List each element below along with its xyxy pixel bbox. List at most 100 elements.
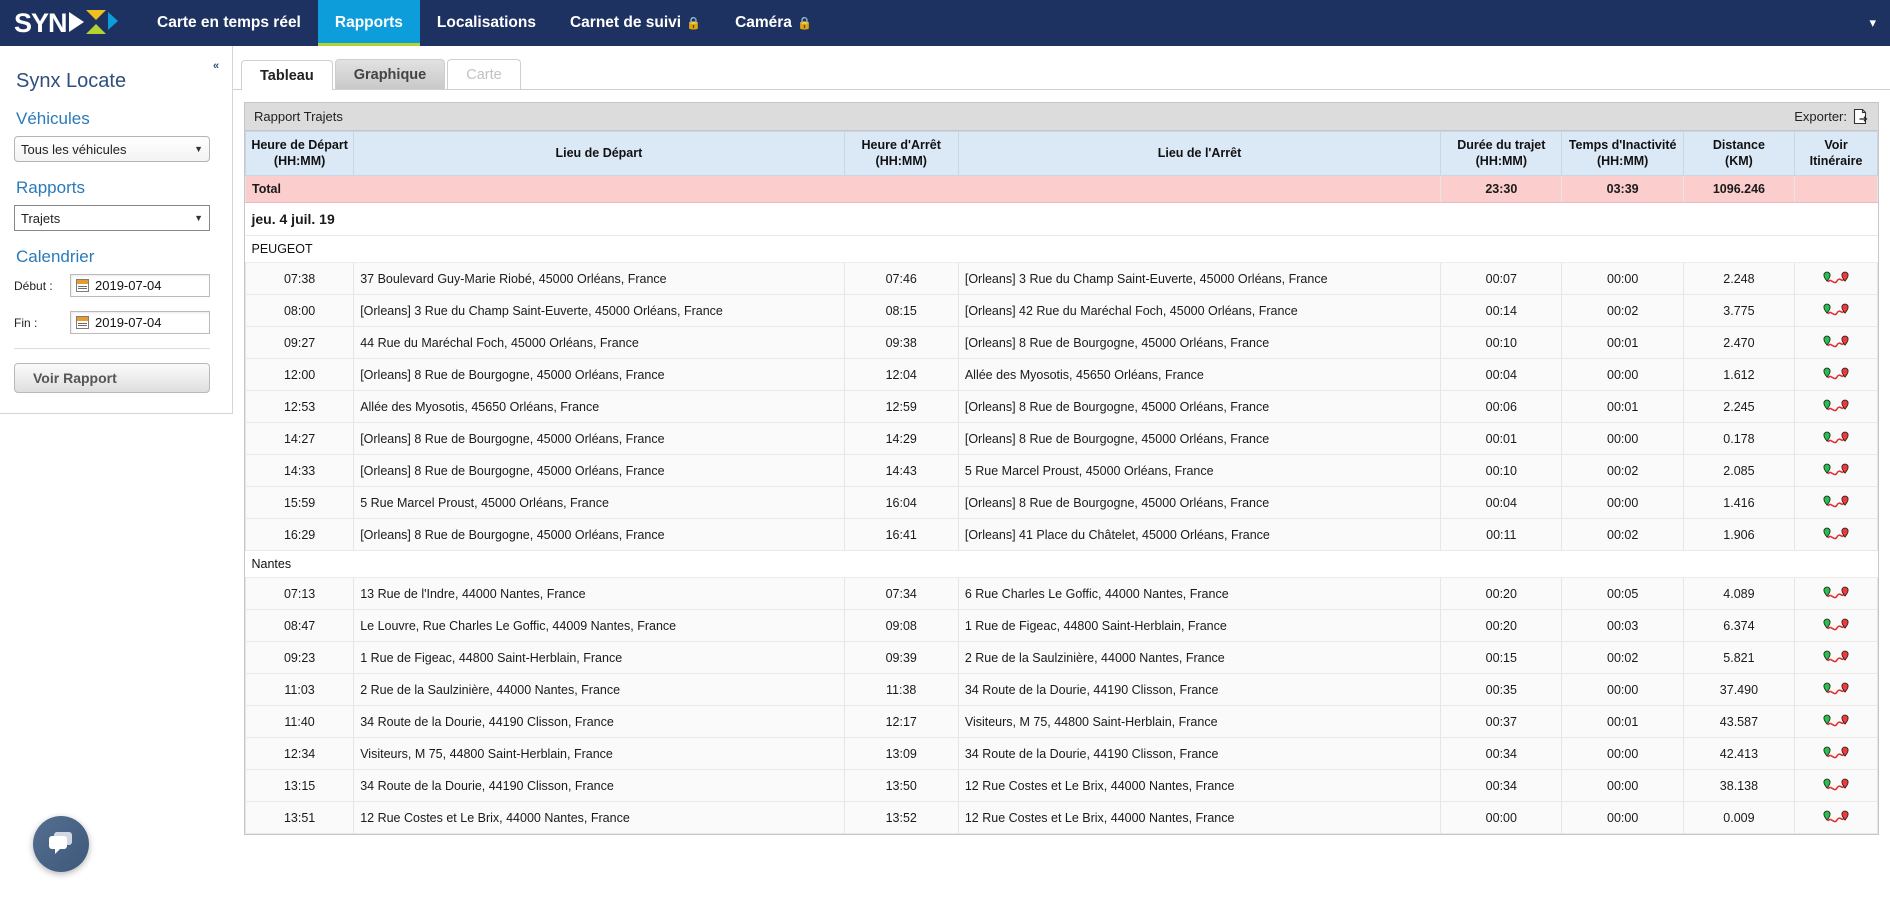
- col-heure-depart[interactable]: Heure de Départ (HH:MM): [244, 130, 355, 177]
- route-pins-icon[interactable]: [1801, 462, 1871, 479]
- table-row[interactable]: 08:47 Le Louvre, Rue Charles Le Goffic, 4…: [244, 609, 1878, 643]
- col-label-line2: (HH:MM): [875, 153, 927, 168]
- route-pins-icon[interactable]: [1801, 270, 1871, 287]
- voir-itineraire-cell[interactable]: [1794, 737, 1878, 771]
- start-place-cell: 12 Rue Costes et Le Brix, 44000 Nantes, …: [353, 801, 845, 835]
- route-pins-icon[interactable]: [1801, 777, 1871, 794]
- table-row[interactable]: 15:59 5 Rue Marcel Proust, 45000 Orléans,…: [244, 486, 1878, 520]
- voir-itineraire-cell[interactable]: [1794, 641, 1878, 675]
- voir-itineraire-cell[interactable]: [1794, 486, 1878, 520]
- sidebar-collapse-button[interactable]: «: [205, 56, 227, 76]
- voir-itineraire-cell[interactable]: [1794, 801, 1878, 835]
- voir-itineraire-cell[interactable]: [1794, 326, 1878, 360]
- route-pins-icon[interactable]: [1801, 713, 1871, 730]
- stop-place-cell: 1 Rue de Figeac, 44800 Saint-Herblain, F…: [957, 609, 1442, 643]
- route-pins-icon[interactable]: [1801, 366, 1871, 383]
- table-row[interactable]: 09:27 44 Rue du Maréchal Foch, 45000 Orlé…: [244, 326, 1878, 360]
- idle-time-cell: 00:02: [1561, 294, 1684, 328]
- col-lieu-depart[interactable]: Lieu de Départ: [353, 130, 845, 177]
- col-heure-arret[interactable]: Heure d'Arrêt (HH:MM): [843, 130, 959, 177]
- end-date-input[interactable]: 2019-07-04: [70, 311, 210, 334]
- total-distance: 1096.246: [1682, 175, 1796, 204]
- vehicles-select[interactable]: Tous les véhicules ▼: [14, 136, 210, 162]
- reports-select-value: Trajets: [21, 210, 61, 226]
- table-row[interactable]: 13:15 34 Route de la Dourie, 44190 Clisso…: [244, 769, 1878, 803]
- table-row[interactable]: 09:23 1 Rue de Figeac, 44800 Saint-Herbla…: [244, 641, 1878, 675]
- start-place-cell: [Orleans] 3 Rue du Champ Saint-Euverte, …: [353, 294, 845, 328]
- voir-itineraire-cell[interactable]: [1794, 705, 1878, 739]
- reports-select[interactable]: Trajets ▼: [14, 205, 210, 231]
- table-row[interactable]: 07:13 13 Rue de l'Indre, 44000 Nantes, Fr…: [244, 577, 1878, 611]
- voir-itineraire-cell[interactable]: [1794, 769, 1878, 803]
- report-view-tabs: Tableau Graphique Carte: [233, 56, 1890, 90]
- nav-item-carte-temps-reel[interactable]: Carte en temps réel: [140, 0, 318, 46]
- table-row[interactable]: 11:40 34 Route de la Dourie, 44190 Clisso…: [244, 705, 1878, 739]
- col-voir-itineraire[interactable]: Voir Itinéraire: [1794, 130, 1878, 177]
- nav-label: Carte en temps réel: [157, 14, 301, 31]
- voir-itineraire-cell[interactable]: [1794, 294, 1878, 328]
- table-row[interactable]: 07:38 37 Boulevard Guy-Marie Riobé, 45000…: [244, 262, 1878, 296]
- col-temps-inactivite[interactable]: Temps d'Inactivité (HH:MM): [1561, 130, 1684, 177]
- table-row[interactable]: 11:03 2 Rue de la Saulzinière, 44000 Nant…: [244, 673, 1878, 707]
- route-pins-icon[interactable]: [1801, 649, 1871, 666]
- route-pins-icon[interactable]: [1801, 617, 1871, 634]
- voir-itineraire-cell[interactable]: [1794, 577, 1878, 611]
- nav-item-rapports[interactable]: Rapports: [317, 0, 420, 46]
- export-file-icon[interactable]: [1853, 108, 1869, 125]
- col-lieu-arret[interactable]: Lieu de l'Arrêt: [957, 130, 1442, 177]
- sidebar-panel: Synx Locate Véhicules Tous les véhicules…: [0, 46, 233, 414]
- voir-itineraire-cell[interactable]: [1794, 358, 1878, 392]
- route-pins-icon[interactable]: [1801, 681, 1871, 698]
- duration-cell: 00:14: [1440, 294, 1563, 328]
- start-time-cell: 08:47: [244, 609, 355, 643]
- table-row[interactable]: 14:27 [Orleans] 8 Rue de Bourgogne, 45000…: [244, 422, 1878, 456]
- route-pins-icon[interactable]: [1801, 430, 1871, 447]
- route-pins-icon[interactable]: [1801, 334, 1871, 351]
- route-pins-icon[interactable]: [1801, 745, 1871, 762]
- route-pins-icon[interactable]: [1801, 526, 1871, 543]
- stop-time-cell: 16:41: [843, 518, 959, 552]
- voir-itineraire-cell[interactable]: [1794, 609, 1878, 643]
- chevron-down-icon[interactable]: ▾: [1869, 15, 1876, 31]
- vehicles-heading: Véhicules: [16, 109, 90, 128]
- idle-time-cell: 00:02: [1561, 454, 1684, 488]
- route-pins-icon[interactable]: [1801, 302, 1871, 319]
- route-pins-icon[interactable]: [1801, 809, 1871, 826]
- total-blank: [1794, 175, 1878, 204]
- table-row[interactable]: 12:34 Visiteurs, M 75, 44800 Saint-Herbla…: [244, 737, 1878, 771]
- chat-widget-button[interactable]: [33, 816, 89, 872]
- col-label-line1: Lieu de Départ: [555, 145, 643, 160]
- voir-itineraire-cell[interactable]: [1794, 518, 1878, 552]
- voir-rapport-button[interactable]: Voir Rapport: [14, 363, 210, 393]
- voir-itineraire-cell[interactable]: [1794, 454, 1878, 488]
- route-pins-icon[interactable]: [1801, 585, 1871, 602]
- route-pins-icon[interactable]: [1801, 494, 1871, 511]
- voir-itineraire-cell[interactable]: [1794, 262, 1878, 296]
- col-duree-trajet[interactable]: Durée du trajet (HH:MM): [1440, 130, 1563, 177]
- tab-tableau[interactable]: Tableau: [241, 60, 333, 90]
- nav-item-carnet-de-suivi[interactable]: Carnet de suivi 🔒: [553, 0, 718, 46]
- tab-graphique[interactable]: Graphique: [334, 59, 446, 89]
- table-row[interactable]: 14:33 [Orleans] 8 Rue de Bourgogne, 45000…: [244, 454, 1878, 488]
- table-row[interactable]: 08:00 [Orleans] 3 Rue du Champ Saint-Euve…: [244, 294, 1878, 328]
- table-row[interactable]: 12:53 Allée des Myosotis, 45650 Orléans, …: [244, 390, 1878, 424]
- start-date-row: Début : 2019-07-04: [14, 274, 210, 297]
- voir-itineraire-cell[interactable]: [1794, 673, 1878, 707]
- table-row[interactable]: 13:51 12 Rue Costes et Le Brix, 44000 Nan…: [244, 801, 1878, 835]
- distance-cell: 42.413: [1682, 737, 1796, 771]
- start-date-input[interactable]: 2019-07-04: [70, 274, 210, 297]
- distance-cell: 5.821: [1682, 641, 1796, 675]
- voir-itineraire-cell[interactable]: [1794, 422, 1878, 456]
- start-place-cell: [Orleans] 8 Rue de Bourgogne, 45000 Orlé…: [353, 454, 845, 488]
- nav-item-camera[interactable]: Caméra 🔒: [718, 0, 829, 46]
- nav-label: Localisations: [436, 14, 536, 31]
- route-pins-icon[interactable]: [1801, 398, 1871, 415]
- table-row[interactable]: 16:29 [Orleans] 8 Rue de Bourgogne, 45000…: [244, 518, 1878, 552]
- nav-item-localisations[interactable]: Localisations: [420, 0, 553, 46]
- table-row[interactable]: 12:00 [Orleans] 8 Rue de Bourgogne, 45000…: [244, 358, 1878, 392]
- col-distance[interactable]: Distance (KM): [1682, 130, 1796, 177]
- duration-cell: 00:07: [1440, 262, 1563, 296]
- idle-time-cell: 00:00: [1561, 737, 1684, 771]
- voir-itineraire-cell[interactable]: [1794, 390, 1878, 424]
- app-logo[interactable]: SYN: [0, 0, 140, 46]
